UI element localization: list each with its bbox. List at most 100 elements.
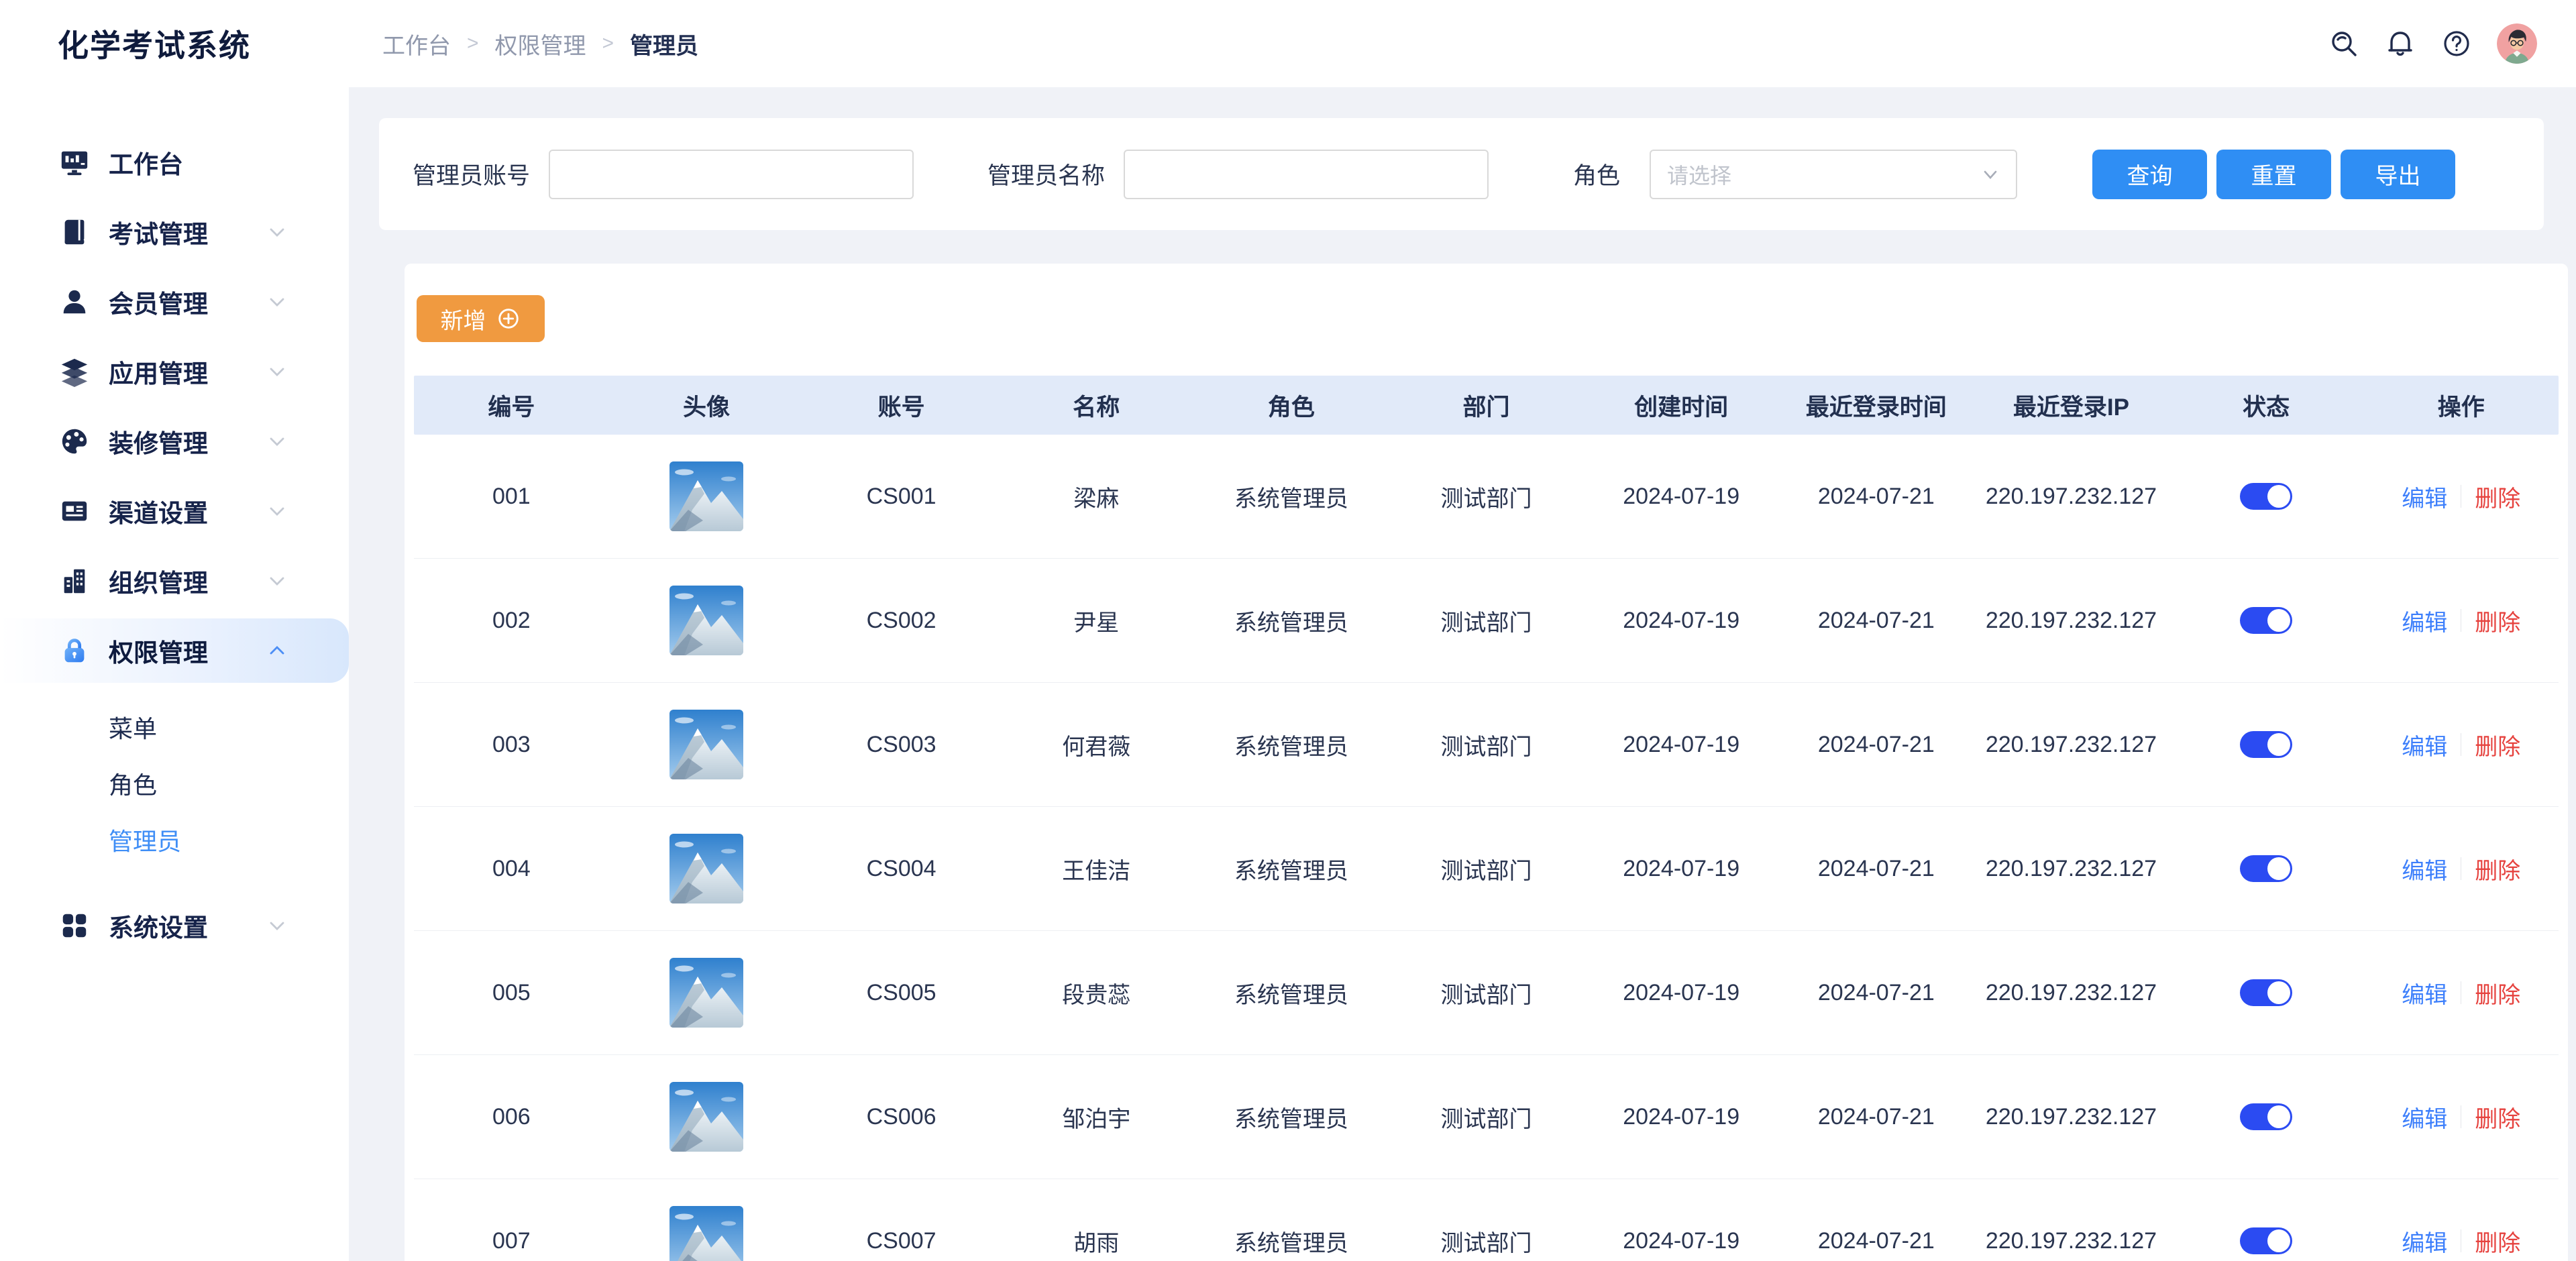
search-icon[interactable] <box>2328 28 2360 60</box>
status-toggle[interactable] <box>2240 731 2292 758</box>
admin-account-input[interactable] <box>549 150 914 199</box>
breadcrumb-item[interactable]: 工作台 <box>382 28 451 60</box>
submenu-item[interactable]: 菜单 <box>0 699 349 755</box>
breadcrumb: 工作台 > 权限管理 > 管理员 <box>382 28 698 60</box>
edit-link[interactable]: 编辑 <box>2402 728 2447 761</box>
row-avatar <box>609 958 804 1028</box>
search-button[interactable]: 查询 <box>2092 150 2207 199</box>
chevron-down-icon <box>266 500 288 523</box>
chevron-down-icon <box>266 430 288 453</box>
breadcrumb-item[interactable]: 权限管理 <box>495 28 586 60</box>
delete-link[interactable]: 删除 <box>2475 1101 2520 1134</box>
cell-last-login: 2024-07-21 <box>1778 1228 1974 1254</box>
row-avatar <box>609 710 804 779</box>
column-header: 创建时间 <box>1584 388 1779 423</box>
cell-name: 胡雨 <box>999 1225 1194 1258</box>
table-body: 001CS001梁麻系统管理员测试部门2024-07-192024-07-212… <box>414 435 2559 1261</box>
cell-id: 007 <box>414 1228 609 1254</box>
export-button[interactable]: 导出 <box>2341 150 2455 199</box>
cell-ip: 220.197.232.127 <box>1974 1104 2169 1130</box>
table-row: 002CS002尹星系统管理员测试部门2024-07-192024-07-212… <box>414 559 2559 683</box>
cell-role: 系统管理员 <box>1194 604 1389 637</box>
column-header: 编号 <box>414 388 609 423</box>
delete-link[interactable]: 删除 <box>2475 1225 2520 1258</box>
apps-icon <box>59 356 90 387</box>
sidebar-item-5[interactable]: 装修管理 <box>0 409 349 474</box>
cell-department: 测试部门 <box>1389 977 1584 1009</box>
cell-actions ops: 编辑删除 <box>2363 480 2559 513</box>
row-avatar <box>609 1082 804 1152</box>
cell-id: 004 <box>414 856 609 882</box>
sidebar-item-label: 权限管理 <box>109 633 208 669</box>
help-icon[interactable] <box>2440 28 2473 60</box>
cell-actions ops: 编辑删除 <box>2363 977 2559 1009</box>
topbar: 工作台 > 权限管理 > 管理员 <box>349 0 2576 87</box>
delete-link[interactable]: 删除 <box>2475 604 2520 637</box>
exam-icon <box>59 217 90 248</box>
sidebar-submenu: 菜单角色管理员 <box>0 688 349 888</box>
row-avatar <box>609 1206 804 1261</box>
status-toggle[interactable] <box>2240 1103 2292 1130</box>
chevron-down-icon <box>266 290 288 313</box>
table-row: 003CS003何君薇系统管理员测试部门2024-07-192024-07-21… <box>414 683 2559 807</box>
delete-link[interactable]: 删除 <box>2475 480 2520 513</box>
cell-department: 测试部门 <box>1389 1225 1584 1258</box>
cell-ip: 220.197.232.127 <box>1974 484 2169 510</box>
role-select[interactable]: 请选择 <box>1650 150 2017 199</box>
add-button[interactable]: 新增 <box>417 295 545 342</box>
sidebar-item-8[interactable]: 权限管理 <box>0 618 349 683</box>
status-toggle[interactable] <box>2240 855 2292 882</box>
sidebar-item-4[interactable]: 应用管理 <box>0 339 349 404</box>
sidebar-item-6[interactable]: 渠道设置 <box>0 479 349 543</box>
admin-name-label: 管理员名称 <box>987 157 1105 191</box>
status-toggle[interactable] <box>2240 483 2292 510</box>
column-header: 角色 <box>1194 388 1389 423</box>
palette-icon <box>59 426 90 457</box>
status-toggle[interactable] <box>2240 979 2292 1006</box>
cell-actions ops: 编辑删除 <box>2363 1225 2559 1258</box>
edit-link[interactable]: 编辑 <box>2402 480 2447 513</box>
cell-last-login: 2024-07-21 <box>1778 980 1974 1006</box>
admin-name-input[interactable] <box>1124 150 1489 199</box>
cell-role: 系统管理员 <box>1194 480 1389 513</box>
sidebar-item-3[interactable]: 会员管理 <box>0 270 349 334</box>
delete-link[interactable]: 删除 <box>2475 977 2520 1009</box>
cell-id: 006 <box>414 1104 609 1130</box>
role-select-placeholder: 请选择 <box>1667 159 1731 190</box>
cell-name: 段贵蕊 <box>999 977 1194 1009</box>
sidebar-item-1[interactable]: 工作台 <box>0 130 349 195</box>
cell-role: 系统管理员 <box>1194 1101 1389 1134</box>
column-header: 最近登录时间 <box>1778 388 1974 423</box>
delete-link[interactable]: 删除 <box>2475 853 2520 885</box>
edit-link[interactable]: 编辑 <box>2402 977 2447 1009</box>
edit-link[interactable]: 编辑 <box>2402 604 2447 637</box>
submenu-item[interactable]: 管理员 <box>0 812 349 868</box>
sidebar-item-2[interactable]: 考试管理 <box>0 200 349 264</box>
sidebar-item-7[interactable]: 组织管理 <box>0 549 349 613</box>
cell-department: 测试部门 <box>1389 728 1584 761</box>
user-avatar[interactable] <box>2497 23 2537 64</box>
status-toggle[interactable] <box>2240 1227 2292 1254</box>
cell-actions ops: 编辑删除 <box>2363 728 2559 761</box>
reset-button[interactable]: 重置 <box>2216 150 2331 199</box>
cell-name: 王佳洁 <box>999 853 1194 885</box>
delete-link[interactable]: 删除 <box>2475 728 2520 761</box>
cell-created: 2024-07-19 <box>1584 856 1779 882</box>
status-toggle[interactable] <box>2240 607 2292 634</box>
bell-icon[interactable] <box>2384 28 2416 60</box>
settings-icon <box>59 910 90 941</box>
plus-circle-icon <box>496 306 521 331</box>
edit-link[interactable]: 编辑 <box>2402 853 2447 885</box>
edit-link[interactable]: 编辑 <box>2402 1101 2447 1134</box>
dashboard-icon <box>59 147 90 178</box>
cell-id: 003 <box>414 732 609 758</box>
edit-link[interactable]: 编辑 <box>2402 1225 2447 1258</box>
cell-id: 002 <box>414 608 609 634</box>
channel-icon <box>59 496 90 527</box>
cell-name: 邹泊宇 <box>999 1101 1194 1134</box>
row-avatar <box>609 461 804 531</box>
submenu-item[interactable]: 角色 <box>0 755 349 812</box>
column-header: 操作 <box>2363 388 2559 423</box>
cell-account: CS005 <box>804 980 999 1006</box>
sidebar-item-9[interactable]: 系统设置 <box>0 893 349 958</box>
